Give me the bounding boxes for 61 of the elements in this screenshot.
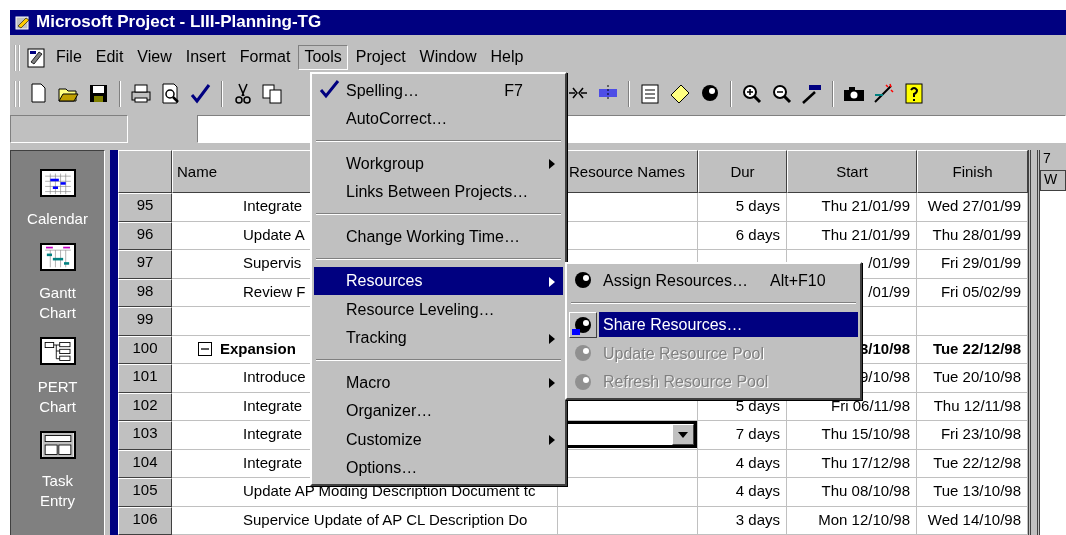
row-number[interactable]: 97 — [118, 250, 172, 279]
table-cell: Thu 15/10/98 — [787, 421, 917, 450]
row-number[interactable]: 105 — [118, 478, 172, 507]
table-cell: 4 days — [698, 449, 787, 478]
menu-item[interactable]: Resources — [314, 266, 563, 295]
table-cell: Thu 21/01/99 — [787, 221, 917, 250]
table-cell: 6 days — [698, 221, 787, 250]
window-title: Microsoft Project - LIII-Planning-TG — [36, 12, 322, 33]
menu-item[interactable]: Window — [413, 45, 483, 70]
view-label[interactable]: Gantt Chart — [22, 283, 93, 323]
row-number[interactable]: 103 — [118, 421, 172, 450]
app-icon — [14, 13, 32, 32]
table-cell: Mon 12/10/98 — [787, 506, 917, 535]
row-number[interactable]: 106 — [118, 506, 172, 535]
menu-item[interactable]: File — [50, 45, 88, 70]
check-icon — [318, 79, 340, 99]
task-name: Expansion — [220, 340, 296, 359]
menu-item[interactable]: Spelling… F7 — [314, 76, 563, 105]
column-header[interactable]: Dur — [698, 150, 787, 193]
row-number[interactable]: 98 — [118, 278, 172, 307]
menu-bar-grip[interactable] — [14, 44, 20, 71]
table-cell: 5 days — [698, 193, 787, 222]
row-number[interactable]: 101 — [118, 364, 172, 393]
menu-item[interactable]: Help — [484, 45, 530, 70]
table-cell: 4 days — [698, 478, 787, 507]
menu-item[interactable]: Tools — [298, 45, 348, 70]
row-number[interactable]: 99 — [118, 307, 172, 336]
pert-view-icon[interactable] — [39, 337, 76, 365]
timescale-label: W — [1040, 170, 1066, 191]
menu-item[interactable]: Edit — [89, 45, 130, 70]
table-cell: Thu 21/01/99 — [787, 193, 917, 222]
column-header[interactable]: Finish — [917, 150, 1028, 193]
table-cell: 3 days — [698, 506, 787, 535]
gantt-view-icon[interactable] — [39, 243, 76, 271]
column-header[interactable]: Start — [787, 150, 917, 193]
table-cell: Supervice Update of AP CL Description Do — [172, 506, 558, 535]
document-icon[interactable] — [26, 46, 48, 69]
view-label[interactable]: Calendar — [27, 209, 88, 229]
table-cell: Thu 08/10/98 — [787, 478, 917, 507]
toolbar-grip[interactable] — [14, 81, 20, 107]
calendar-view-icon[interactable] — [39, 169, 76, 197]
row-number[interactable]: 95 — [118, 193, 172, 222]
select-all-corner[interactable] — [118, 150, 172, 193]
row-number[interactable]: 104 — [118, 449, 172, 478]
row-number[interactable]: 102 — [118, 392, 172, 421]
collapse-icon[interactable] — [198, 342, 212, 357]
menu-item[interactable]: Format — [233, 45, 297, 70]
menu-item[interactable]: View — [131, 45, 178, 70]
view-label[interactable]: Task Entry — [22, 471, 93, 511]
entry-view-icon[interactable] — [39, 431, 76, 459]
menu-item[interactable]: AutoCorrect… — [314, 104, 563, 133]
menu-item[interactable]: Project — [349, 45, 412, 70]
view-label[interactable]: PERT Chart — [22, 377, 93, 417]
table-cell: Thu 17/12/98 — [787, 449, 917, 478]
dropdown-arrow-icon[interactable] — [678, 431, 688, 438]
menu-item[interactable]: Insert — [179, 45, 232, 70]
table-cell: 7 days — [698, 421, 787, 450]
row-number[interactable]: 96 — [118, 221, 172, 250]
row-number[interactable]: 100 — [118, 335, 172, 364]
timescale-label: 7 — [1040, 150, 1066, 170]
menu-item[interactable]: Tracking — [314, 323, 563, 352]
